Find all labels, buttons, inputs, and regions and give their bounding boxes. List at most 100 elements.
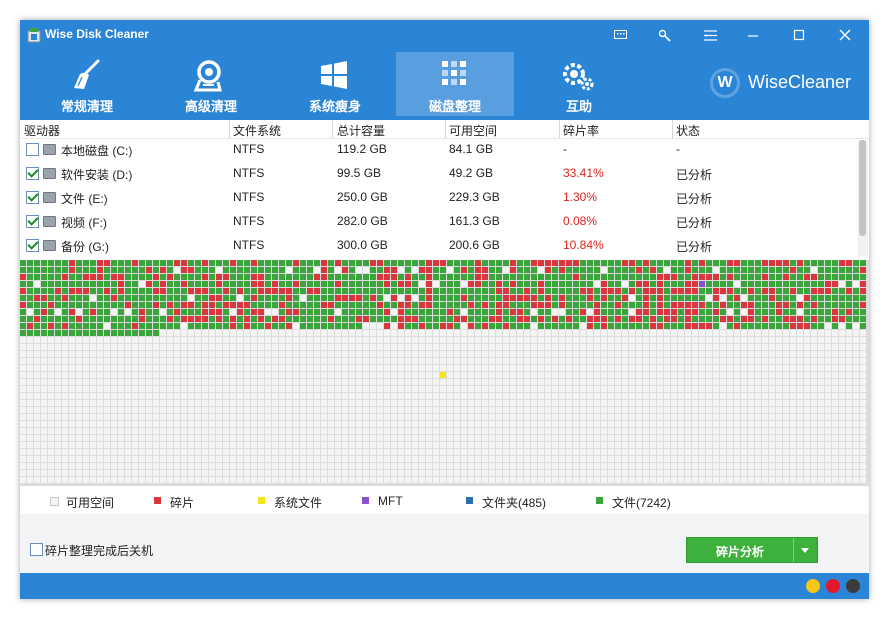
social-icon[interactable] — [846, 579, 860, 593]
gears-icon — [563, 63, 594, 91]
windows-icon — [321, 61, 347, 89]
legend-label: 碎片 — [170, 496, 195, 510]
table-row[interactable]: 视频 (F:) NTFS 282.0 GB 161.3 GB 0.08% 已分析 — [20, 210, 858, 234]
file-system: NTFS — [233, 214, 265, 228]
column-divider — [229, 120, 230, 138]
minimize-button[interactable] — [739, 23, 767, 47]
total-capacity: 119.2 GB — [337, 142, 387, 156]
defrag-icon — [442, 61, 466, 85]
advanced-clean-icon — [193, 60, 222, 92]
column-header[interactable]: 总计容量 — [337, 122, 385, 138]
analyze-button-label: 碎片分析 — [715, 545, 764, 559]
smile-icon[interactable] — [806, 579, 820, 593]
tab-system-slim[interactable]: 系统瘦身 — [276, 52, 394, 116]
drive-name: 视频 (F:) — [61, 216, 107, 230]
legend-item-file: 文件(7242) — [596, 494, 671, 511]
free-space: 84.1 GB — [449, 142, 494, 156]
settings-button[interactable] — [650, 23, 678, 47]
free-space: 161.3 GB — [449, 214, 500, 228]
minimize-icon — [748, 35, 758, 37]
column-divider — [445, 120, 446, 138]
column-divider — [672, 120, 673, 138]
legend-label: 可用空间 — [66, 496, 115, 510]
tab-advanced-clean[interactable]: 高级清理 — [152, 52, 270, 116]
row-checkbox[interactable] — [26, 167, 39, 180]
table-row[interactable]: 软件安装 (D:) NTFS 99.5 GB 49.2 GB 33.41% 已分… — [20, 162, 858, 186]
tab-regular-clean[interactable]: 常规清理 — [28, 52, 146, 116]
menu-button[interactable] — [696, 23, 724, 47]
legend-item-free: 可用空间 — [50, 494, 114, 511]
fragmentation-rate: 10.84% — [563, 238, 604, 252]
file-system: NTFS — [233, 190, 265, 204]
legend-item-folder: 文件夹(485) — [466, 494, 546, 511]
column-divider — [332, 120, 333, 138]
drive-name: 本地磁盘 (C:) — [61, 144, 133, 158]
drive-table: 驱动器 文件系统 总计容量 可用空间 碎片率 状态 本地磁盘 (C:) NTFS… — [20, 120, 869, 258]
legend-label: 文件(7242) — [612, 496, 671, 510]
column-header[interactable]: 碎片率 — [563, 122, 599, 138]
button-divider — [793, 538, 794, 562]
total-capacity: 99.5 GB — [337, 166, 382, 180]
row-checkbox[interactable] — [26, 143, 39, 156]
feedback-button[interactable] — [606, 23, 634, 47]
legend: 可用空间 碎片 系统文件 MFT 文件夹(485) 文件(7242) — [20, 488, 869, 514]
weibo-icon[interactable] — [826, 579, 840, 593]
analyze-button[interactable]: 碎片分析 — [686, 537, 818, 563]
legend-swatch — [50, 497, 59, 506]
legend-swatch — [362, 497, 369, 504]
tab-label: 高级清理 — [184, 99, 237, 114]
column-header[interactable]: 可用空间 — [449, 122, 497, 138]
tab-mutual-help[interactable]: 互助 — [520, 52, 638, 116]
shutdown-label[interactable]: 碎片整理完成后关机 — [45, 542, 153, 559]
drive-name: 软件安装 (D:) — [61, 168, 133, 182]
table-row[interactable]: 备份 (G:) NTFS 300.0 GB 200.6 GB 10.84% 已分… — [20, 234, 858, 258]
app-icon — [27, 28, 41, 43]
shutdown-checkbox[interactable] — [30, 543, 43, 556]
brand-name: WiseCleaner — [748, 72, 852, 92]
drive-icon — [43, 240, 56, 251]
legend-label: MFT — [378, 494, 403, 508]
scrollbar-thumb[interactable] — [859, 140, 866, 236]
column-header[interactable]: 状态 — [676, 122, 700, 138]
row-checkbox[interactable] — [26, 239, 39, 252]
drive-status: - — [676, 142, 680, 156]
legend-swatch — [466, 497, 473, 504]
table-scrollbar[interactable] — [858, 140, 868, 256]
column-header[interactable]: 驱动器 — [24, 122, 60, 138]
chat-icon — [613, 29, 627, 39]
table-row[interactable]: 文件 (E:) NTFS 250.0 GB 229.3 GB 1.30% 已分析 — [20, 186, 858, 210]
column-divider — [559, 120, 560, 138]
status-bar — [20, 573, 869, 599]
column-header[interactable]: 文件系统 — [233, 122, 281, 138]
close-button[interactable] — [831, 23, 859, 47]
title-bar: Wise Disk Cleaner — [20, 20, 869, 50]
tab-defrag[interactable]: 磁盘整理 — [396, 52, 514, 116]
legend-label: 系统文件 — [274, 496, 323, 510]
table-row[interactable]: 本地磁盘 (C:) NTFS 119.2 GB 84.1 GB - - — [20, 138, 858, 162]
cluster-map — [20, 260, 869, 486]
total-capacity: 250.0 GB — [337, 190, 388, 204]
legend-swatch — [154, 497, 161, 504]
legend-swatch — [258, 497, 265, 504]
drive-status: 已分析 — [676, 216, 713, 230]
maximize-icon — [793, 29, 805, 41]
wisecleaner-logo-icon: W — [710, 68, 740, 98]
free-space: 49.2 GB — [449, 166, 494, 180]
drive-icon — [43, 192, 56, 203]
maximize-button[interactable] — [785, 23, 813, 47]
dropdown-arrow-icon[interactable] — [801, 548, 809, 553]
legend-item-fragment: 碎片 — [154, 494, 194, 511]
row-checkbox[interactable] — [26, 191, 39, 204]
row-checkbox[interactable] — [26, 215, 39, 228]
fragmentation-rate: 33.41% — [563, 166, 604, 180]
drive-icon — [43, 216, 56, 227]
tab-label: 互助 — [565, 99, 592, 114]
legend-item-system: 系统文件 — [258, 494, 322, 511]
broom-icon — [74, 59, 100, 89]
drive-status: 已分析 — [676, 168, 713, 182]
drive-icon — [43, 168, 56, 179]
free-space: 229.3 GB — [449, 190, 500, 204]
file-system: NTFS — [233, 166, 265, 180]
drive-name: 文件 (E:) — [61, 192, 108, 206]
close-icon — [839, 29, 851, 41]
